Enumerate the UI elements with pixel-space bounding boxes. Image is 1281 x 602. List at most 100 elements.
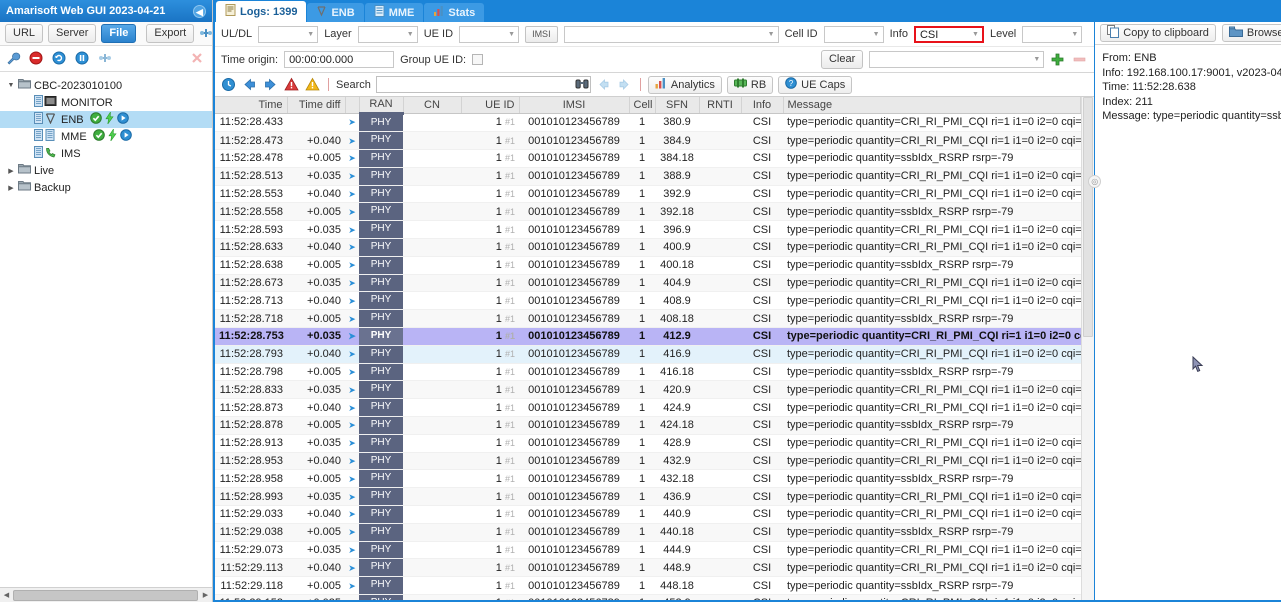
table-row[interactable]: 11:52:28.873 +0.040 ➤ PHY 1 #1 00101012345678… bbox=[215, 398, 1081, 418]
play-icon[interactable] bbox=[116, 111, 129, 128]
server-button[interactable]: Server bbox=[48, 24, 97, 43]
clear-button[interactable]: Clear bbox=[820, 50, 864, 69]
col-time[interactable]: Time bbox=[215, 97, 288, 114]
table-row[interactable]: 11:52:28.793 +0.040 ➤ PHY 1 #1 00101012345678… bbox=[215, 345, 1081, 364]
table-row[interactable]: 11:52:28.718 +0.005 ➤ PHY 1 #1 00101012345678… bbox=[215, 309, 1081, 329]
group-ueid-checkbox[interactable] bbox=[472, 54, 484, 65]
chevron-down-icon[interactable]: ▼ bbox=[4, 82, 18, 89]
table-row[interactable]: 11:52:29.118 +0.005 ➤ PHY 1 #1 00101012345678… bbox=[215, 576, 1081, 596]
table-row[interactable]: 11:52:28.638 +0.005 ➤ PHY 1 #1 00101012345678… bbox=[215, 256, 1081, 275]
table-row[interactable]: 11:52:28.958 +0.005 ➤ PHY 1 #1 00101012345678… bbox=[215, 469, 1081, 489]
imsi-button[interactable]: IMSI bbox=[525, 25, 558, 43]
col-time-diff[interactable]: Time diff bbox=[287, 97, 346, 114]
scroll-thumb[interactable] bbox=[13, 590, 198, 601]
layer-select[interactable]: ▼ bbox=[357, 25, 418, 43]
col-message[interactable]: Message bbox=[783, 97, 1082, 114]
file-button[interactable]: File bbox=[101, 24, 137, 43]
log-table-scroll[interactable]: Time Time diff RAN CN UE ID IMSI Cell SF… bbox=[215, 97, 1082, 600]
sidebar-horizontal-scrollbar[interactable]: ◀ ▶ bbox=[0, 587, 212, 602]
table-row[interactable]: 11:52:28.673 +0.035 ➤ PHY 1 #1 00101012345678… bbox=[215, 274, 1081, 293]
tree-item-monitor[interactable]: MONITOR bbox=[0, 94, 212, 111]
imsi-select[interactable]: ▼ bbox=[563, 25, 779, 43]
preset-select[interactable]: ▼ bbox=[869, 51, 1045, 68]
check-icon[interactable] bbox=[89, 111, 102, 128]
ue-caps-button[interactable]: ? UE Caps bbox=[778, 75, 853, 94]
play-icon[interactable] bbox=[119, 128, 132, 145]
arrow-right-icon[interactable] bbox=[263, 77, 279, 93]
search-input[interactable] bbox=[376, 77, 574, 92]
level-select[interactable]: ▼ bbox=[1022, 25, 1083, 43]
refresh-icon[interactable] bbox=[52, 51, 68, 67]
table-row[interactable]: 11:52:28.798 +0.005 ➤ PHY 1 #1 00101012345678… bbox=[215, 363, 1081, 382]
clock-icon[interactable] bbox=[221, 77, 237, 93]
table-row[interactable]: 11:52:28.558 +0.005 ➤ PHY 1 #1 00101012345678… bbox=[215, 202, 1081, 222]
table-row[interactable]: 11:52:29.033 +0.040 ➤ PHY 1 #1 00101012345678… bbox=[215, 505, 1081, 524]
table-row[interactable]: 11:52:28.553 +0.040 ➤ PHY 1 #1 00101012345678… bbox=[215, 185, 1081, 204]
wrench-icon[interactable] bbox=[6, 51, 22, 67]
ueid-select[interactable]: ▼ bbox=[459, 25, 520, 43]
cellid-select[interactable]: ▼ bbox=[823, 25, 884, 43]
time-origin-input[interactable] bbox=[284, 51, 395, 68]
table-row[interactable]: 11:52:28.513 +0.035 ➤ PHY 1 #1 00101012345678… bbox=[215, 167, 1081, 186]
table-row[interactable]: 11:52:28.753 +0.035 ➤ PHY 1 #1 00101012345678… bbox=[215, 327, 1081, 346]
export-button[interactable]: Export bbox=[146, 24, 195, 43]
tree-item-mme[interactable]: MME bbox=[0, 128, 212, 145]
col-ran[interactable]: RAN bbox=[359, 97, 404, 115]
tree-item-backup[interactable]: ▶ Backup bbox=[0, 179, 212, 196]
info-select[interactable]: CSI ▼ bbox=[913, 25, 984, 43]
col-cn[interactable]: CN bbox=[403, 97, 462, 114]
connector-icon[interactable] bbox=[98, 51, 114, 67]
table-row[interactable]: 11:52:29.073 +0.035 ➤ PHY 1 #1 00101012345678… bbox=[215, 541, 1081, 560]
table-row[interactable]: 11:52:28.433 ➤ PHY 1 #1 001010123456789 1 380.… bbox=[215, 113, 1081, 133]
table-row[interactable]: 11:52:28.593 +0.035 ➤ PHY 1 #1 00101012345678… bbox=[215, 220, 1081, 240]
tree-item-live[interactable]: ▶ Live bbox=[0, 162, 212, 179]
minus-icon[interactable] bbox=[1072, 52, 1088, 68]
collapse-left-icon[interactable]: ◀ bbox=[193, 4, 206, 18]
col-imsi[interactable]: IMSI bbox=[519, 97, 630, 114]
binoculars-icon[interactable] bbox=[574, 77, 590, 93]
col-rnti[interactable]: RNTI bbox=[699, 97, 742, 114]
table-row[interactable]: 11:52:28.473 +0.040 ➤ PHY 1 #1 00101012345678… bbox=[215, 131, 1081, 151]
tree-item-cbc-2023010100[interactable]: ▼ CBC-2023010100 bbox=[0, 77, 212, 94]
rb-button[interactable]: RB bbox=[726, 75, 774, 94]
scroll-right-icon[interactable]: ▶ bbox=[199, 591, 212, 599]
warning-icon[interactable] bbox=[305, 77, 321, 93]
table-row[interactable]: 11:52:28.913 +0.035 ➤ PHY 1 #1 00101012345678… bbox=[215, 434, 1081, 453]
table-row[interactable]: 11:52:28.878 +0.005 ➤ PHY 1 #1 00101012345678… bbox=[215, 416, 1081, 435]
table-row[interactable]: 11:52:28.993 +0.035 ➤ PHY 1 #1 00101012345678… bbox=[215, 487, 1081, 507]
check-icon[interactable] bbox=[92, 128, 105, 145]
col-info[interactable]: Info bbox=[741, 97, 784, 114]
table-row[interactable]: 11:52:29.113 +0.040 ➤ PHY 1 #1 00101012345678… bbox=[215, 558, 1081, 578]
table-row[interactable]: 11:52:28.478 +0.005 ➤ PHY 1 #1 00101012345678… bbox=[215, 149, 1081, 168]
scroll-left-icon[interactable]: ◀ bbox=[0, 591, 13, 599]
col-cell[interactable]: Cell bbox=[629, 97, 656, 114]
url-button[interactable]: URL bbox=[5, 24, 44, 43]
tab-stats[interactable]: Stats bbox=[424, 3, 485, 22]
table-row[interactable]: 11:52:28.713 +0.040 ➤ PHY 1 #1 00101012345678… bbox=[215, 291, 1081, 311]
error-icon[interactable] bbox=[284, 77, 300, 93]
table-row[interactable]: 11:52:28.953 +0.040 ➤ PHY 1 #1 00101012345678… bbox=[215, 452, 1081, 471]
plus-icon[interactable] bbox=[1050, 52, 1066, 68]
tab-enb[interactable]: ENB bbox=[307, 3, 364, 22]
tree-item-enb[interactable]: ENB bbox=[0, 111, 212, 128]
analytics-button[interactable]: Analytics bbox=[647, 75, 722, 94]
arrow-left-icon[interactable] bbox=[242, 77, 258, 93]
tab-mme[interactable]: MME bbox=[364, 3, 424, 22]
browse-button[interactable]: Browse bbox=[1221, 24, 1281, 42]
copy-to-clipboard-button[interactable]: Copy to clipboard bbox=[1100, 24, 1216, 42]
find-prev-icon[interactable] bbox=[596, 77, 612, 93]
col-sfn[interactable]: SFN bbox=[655, 97, 700, 114]
stop-icon[interactable] bbox=[29, 51, 45, 67]
chevron-right-icon[interactable]: ▶ bbox=[4, 167, 18, 175]
search-input-wrap[interactable] bbox=[375, 76, 591, 93]
bolt-icon[interactable] bbox=[108, 128, 117, 145]
table-row[interactable]: 11:52:28.833 +0.035 ➤ PHY 1 #1 00101012345678… bbox=[215, 380, 1081, 400]
log-scroll-thumb[interactable] bbox=[1083, 97, 1094, 337]
log-vertical-scrollbar[interactable] bbox=[1081, 97, 1095, 600]
tab-logs[interactable]: Logs: 1399 bbox=[216, 1, 307, 22]
col-ue-id[interactable]: UE ID bbox=[461, 97, 520, 114]
chevron-right-icon[interactable]: ▶ bbox=[4, 184, 18, 192]
pause-icon[interactable] bbox=[75, 51, 91, 67]
connector-icon[interactable] bbox=[199, 26, 213, 42]
uldl-select[interactable]: ▼ bbox=[258, 25, 319, 43]
